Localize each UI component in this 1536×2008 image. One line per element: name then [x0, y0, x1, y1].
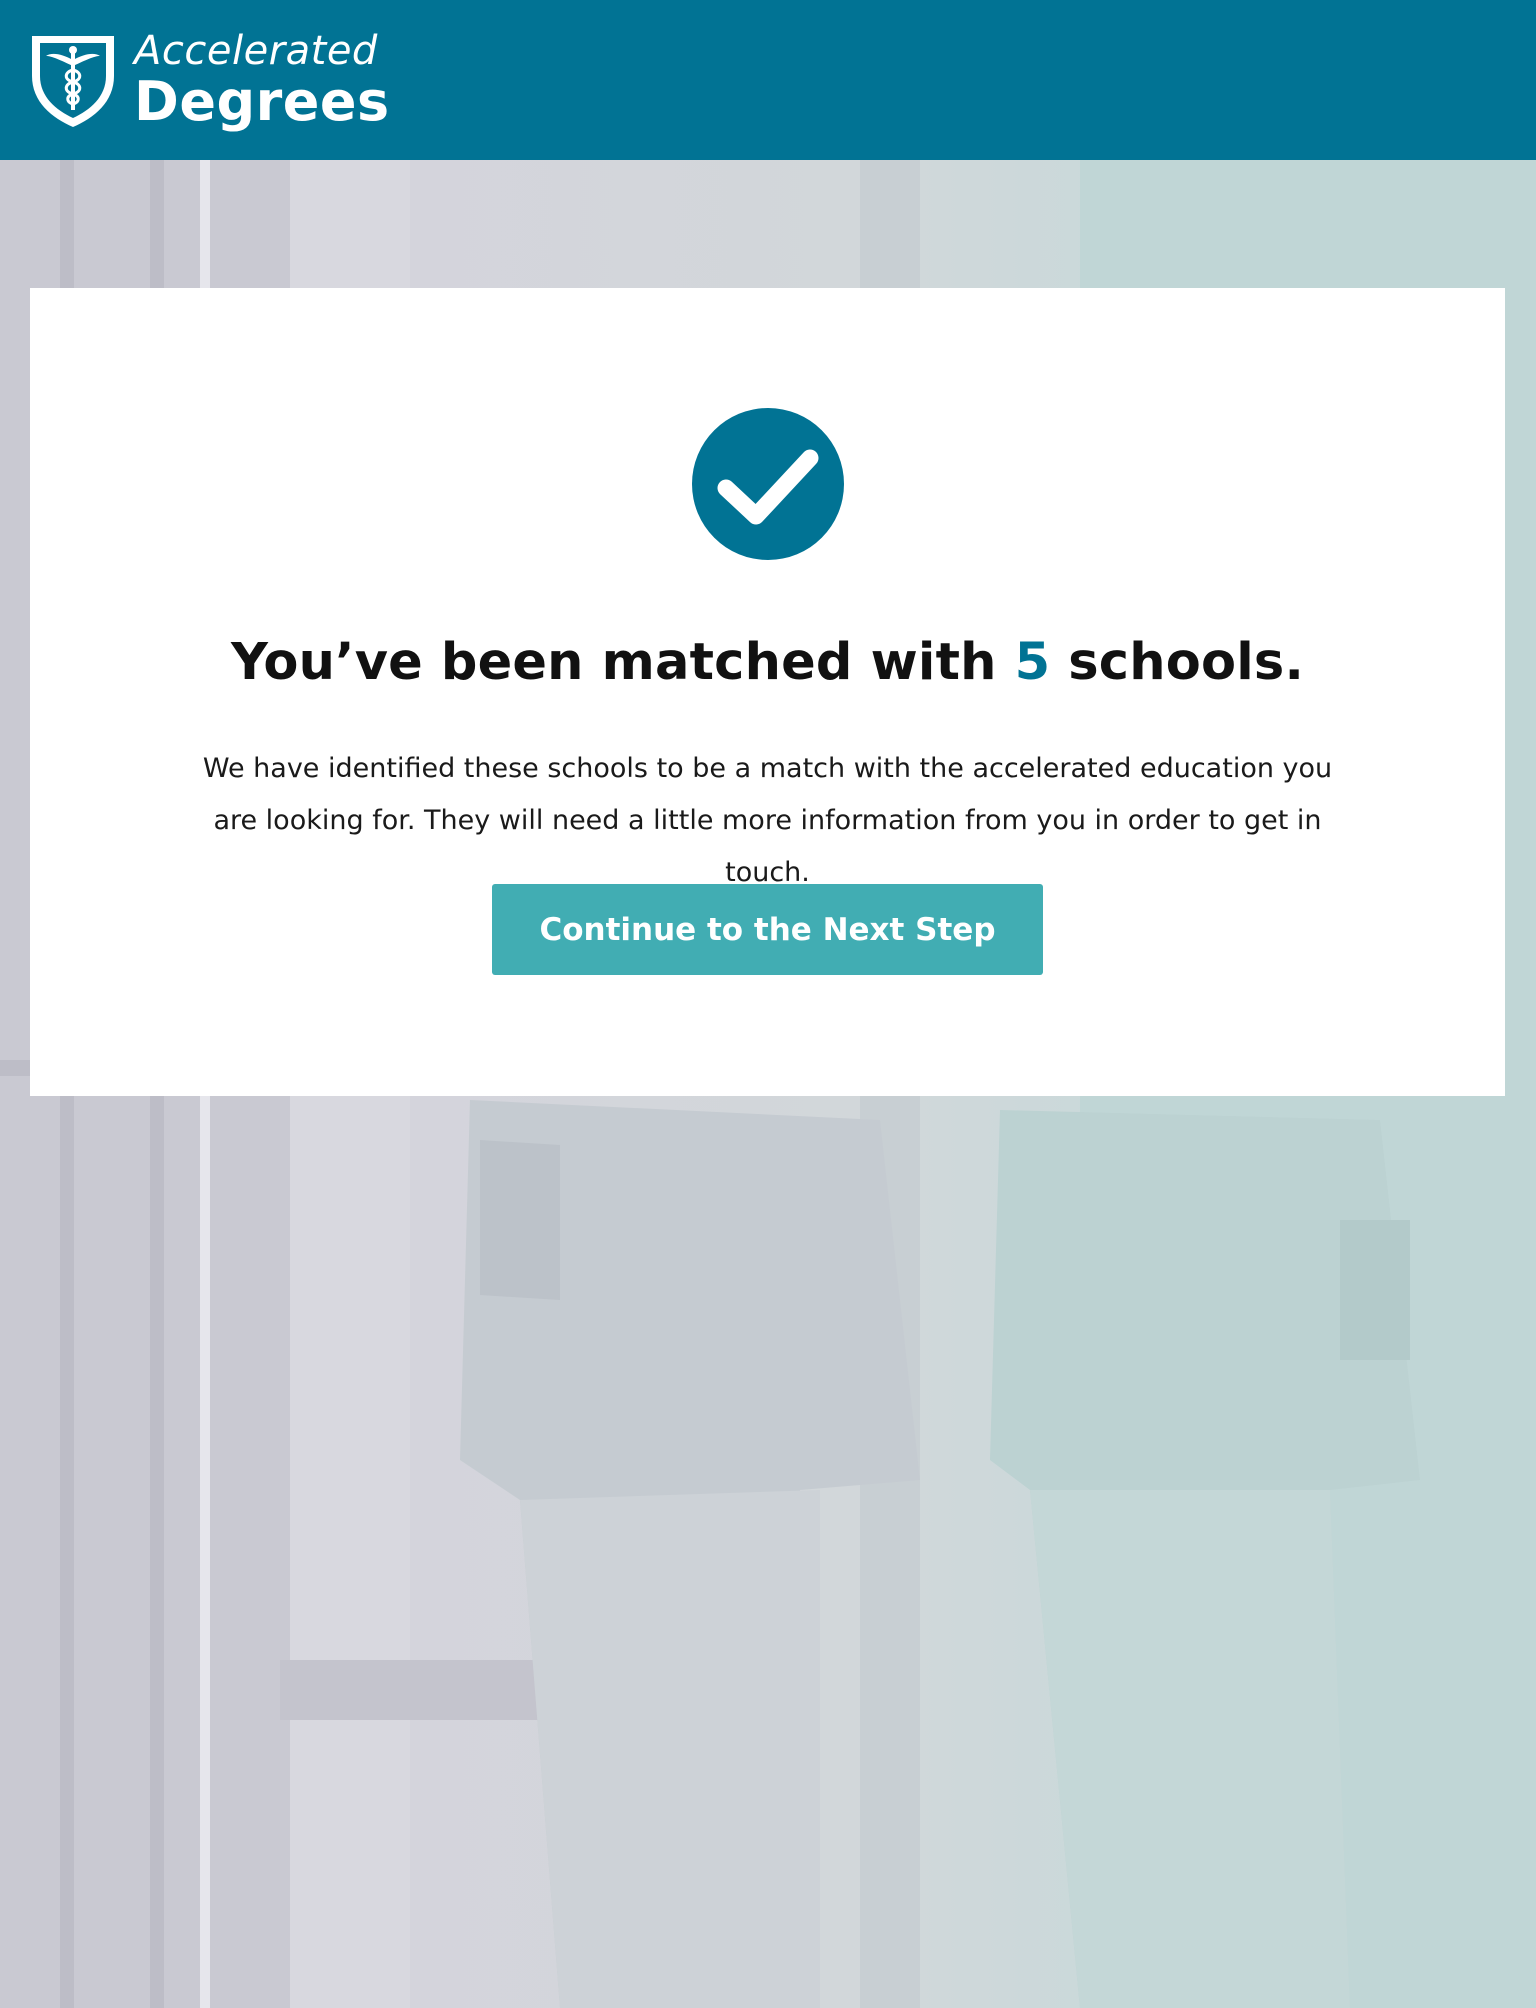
match-headline: You’ve been matched with 5 schools. — [30, 633, 1505, 692]
brand-line1: Accelerated — [134, 28, 378, 74]
site-header: Accelerated Degrees — [0, 0, 1536, 160]
match-description: We have identified these schools to be a… — [202, 753, 1333, 888]
caduceus-shield-icon — [32, 36, 114, 127]
headline-prefix: You’ve been matched with — [230, 633, 1015, 692]
brand-logo[interactable]: Accelerated Degrees — [28, 30, 390, 130]
continue-next-step-button[interactable]: Continue to the Next Step — [492, 884, 1043, 975]
match-count: 5 — [1014, 633, 1051, 692]
headline-suffix: schools. — [1050, 633, 1305, 692]
match-result-card: You’ve been matched with 5 schools. We h… — [30, 288, 1505, 1096]
check-circle-icon — [692, 408, 844, 560]
brand-wordmark: Accelerated Degrees — [134, 31, 390, 129]
brand-line2: Degrees — [134, 70, 390, 133]
